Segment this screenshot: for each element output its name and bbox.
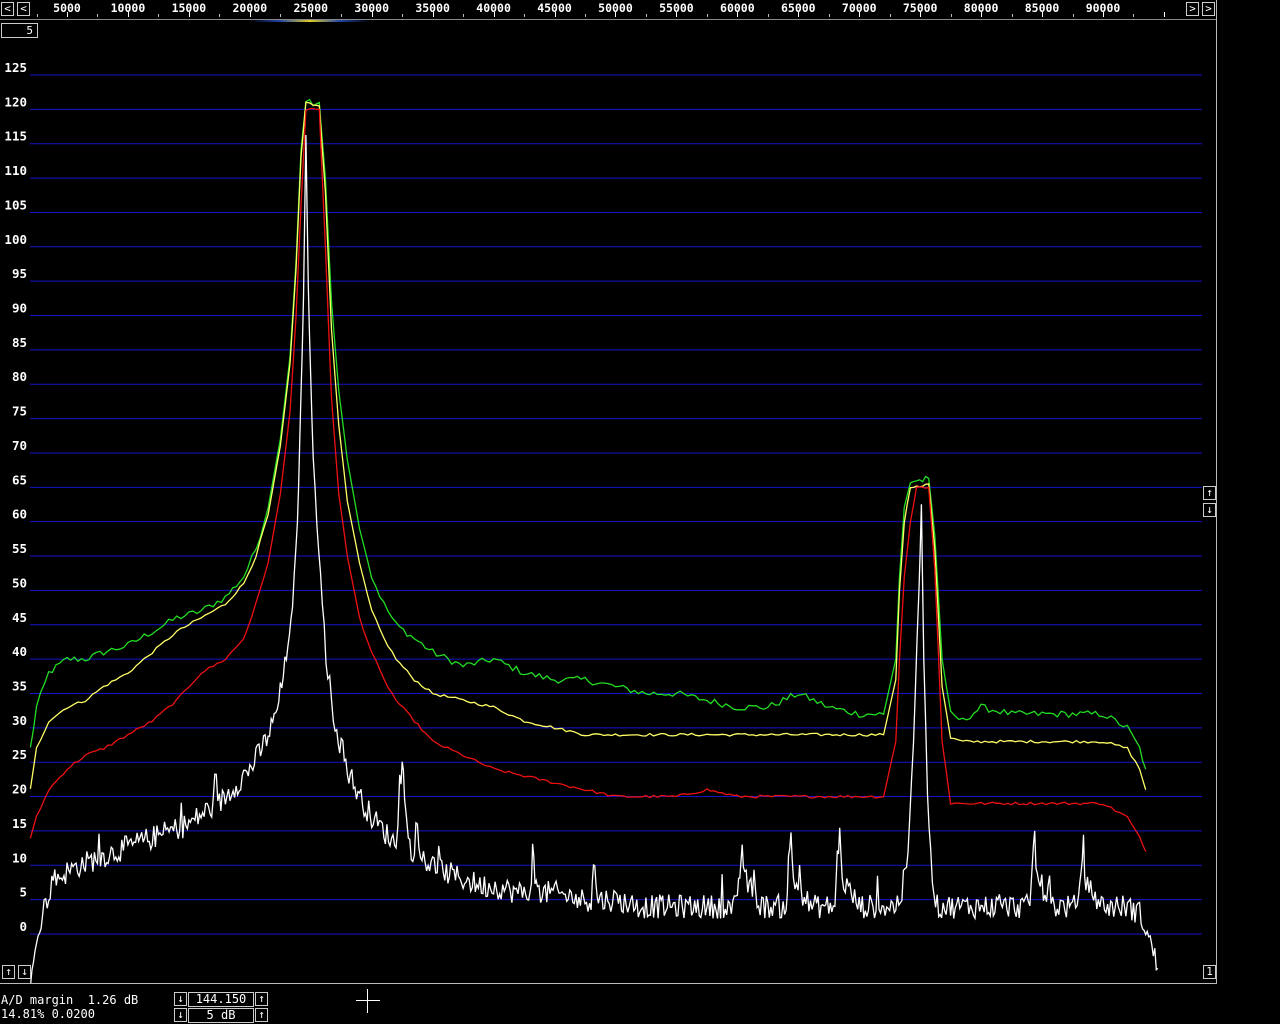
y-tick-label: 65: [12, 472, 27, 487]
freq-tick-mark: [1133, 14, 1135, 17]
freq-tick-mark: [920, 12, 922, 17]
y-tick-label: 70: [12, 438, 27, 453]
freq-tick-mark: [341, 14, 343, 17]
plot-right-border: [1216, 0, 1217, 984]
freq-tick-mark: [371, 12, 373, 17]
y-tick-label: 40: [12, 644, 27, 659]
freq-tick-mark: [97, 14, 99, 17]
freq-tick-mark: [310, 12, 312, 17]
spectrum-series-white: [30, 134, 1159, 984]
y-tick-label: 15: [12, 816, 27, 831]
y-tick-label: 20: [12, 782, 27, 797]
level-down-button[interactable]: ↓: [1203, 503, 1216, 517]
spectrum-series-green: [29, 98, 1147, 770]
freq-tick-mark: [493, 12, 495, 17]
y-tick-label: 75: [12, 404, 27, 419]
freq-tick-mark: [676, 12, 678, 17]
y-tick-label: 45: [12, 610, 27, 625]
freq-tick-mark: [1072, 14, 1074, 17]
freq-tick-mark: [1042, 12, 1044, 17]
freq-tick-mark: [859, 12, 861, 17]
y-tick-label: 115: [4, 129, 27, 144]
freq-tick-mark: [1103, 12, 1104, 17]
freq-tick-mark: [585, 14, 586, 17]
y-tick-label: 30: [12, 713, 27, 728]
freq-tick-mark: [188, 12, 190, 17]
channel-one-button[interactable]: 1: [1203, 965, 1216, 979]
freq-tick-mark: [798, 12, 800, 17]
frequency-bar-underline: [0, 19, 1217, 20]
scroll-right-alt-button[interactable]: >: [1202, 2, 1215, 16]
scroll-left-button[interactable]: <: [1, 2, 14, 16]
freq-tick-mark: [463, 14, 465, 17]
average-count-field[interactable]: 5: [1, 23, 38, 38]
y-tick-label: 85: [12, 335, 27, 350]
freq-tick-mark: [67, 12, 68, 17]
freq-tick-mark: [127, 12, 129, 17]
db-step-down-button[interactable]: ↓: [174, 1008, 187, 1022]
y-tick-label: 100: [4, 232, 27, 247]
freq-tick-mark: [1163, 12, 1165, 17]
level-up-button[interactable]: ↑: [1203, 486, 1216, 500]
stats-readout: 14.81% 0.0200: [1, 1007, 95, 1021]
y-tick-label: 120: [4, 94, 27, 109]
y-tick-label: 5: [19, 885, 27, 900]
y-tick-label: 55: [12, 541, 27, 556]
frequency-scale[interactable]: 5000 10000 15000 20000 25000 30000 35000 40000 4…: [16, 0, 1188, 18]
zoom-down-button[interactable]: ↓: [18, 965, 31, 979]
freq-tick-mark: [402, 14, 404, 17]
y-tick-label: 80: [12, 369, 27, 384]
freq-tick-mark: [219, 14, 221, 17]
scroll-right-button[interactable]: >: [1186, 2, 1199, 16]
y-tick-label: 90: [12, 301, 27, 316]
freq-tick-mark: [706, 14, 708, 17]
db-step-field[interactable]: 5 dB: [188, 1008, 254, 1023]
freq-tick-mark: [1011, 14, 1013, 17]
freq-tick-mark: [828, 14, 830, 17]
freq-tick-mark: [524, 14, 526, 17]
plot-bottom-border: [0, 983, 1217, 984]
spectrum-plot[interactable]: 0 5 10 15 20 25 30 35 40 45 50 55 60 65 70 75 80 85 90 95 10…: [0, 40, 1217, 984]
freq-tick-mark: [767, 14, 769, 17]
freq-tick-mark: [615, 12, 617, 17]
y-tick-label: 105: [4, 197, 27, 212]
freq-tick-mark: [889, 14, 891, 17]
freq-up-button[interactable]: ↑: [255, 992, 268, 1006]
y-tick-label: 50: [12, 575, 27, 590]
freq-tick-mark: [950, 14, 952, 17]
freq-tick-mark: [249, 12, 251, 17]
y-tick-label: 0: [19, 919, 27, 934]
y-tick-label: 10: [12, 850, 27, 865]
y-tick-label: 110: [4, 163, 27, 178]
freq-tick-mark: [280, 14, 282, 17]
freq-tick-mark: [981, 12, 983, 17]
center-frequency-field[interactable]: 144.150: [188, 992, 254, 1007]
ad-margin-readout: A/D margin 1.26 dB: [1, 993, 139, 1007]
y-tick-label: 60: [12, 507, 27, 522]
freq-tick-mark: [645, 14, 647, 17]
spectrum-series-red: [29, 107, 1147, 852]
crosshair-cursor-icon: [356, 989, 380, 1013]
freq-tick-mark: [36, 14, 38, 17]
spectrum-series-yellow: [29, 101, 1147, 790]
freq-tick-mark: [737, 12, 739, 17]
y-tick-label: 95: [12, 266, 27, 281]
zoom-up-button[interactable]: ↑: [2, 965, 15, 979]
y-tick-label: 25: [12, 747, 27, 762]
freq-tick-mark: [158, 14, 160, 17]
freq-tick-mark: [432, 12, 434, 17]
freq-tick-mark: [554, 12, 556, 17]
y-tick-label: 35: [12, 678, 27, 693]
y-tick-label: 125: [4, 60, 27, 75]
freq-down-button[interactable]: ↓: [174, 992, 187, 1006]
frequency-marker: [250, 20, 370, 22]
db-step-up-button[interactable]: ↑: [255, 1008, 268, 1022]
